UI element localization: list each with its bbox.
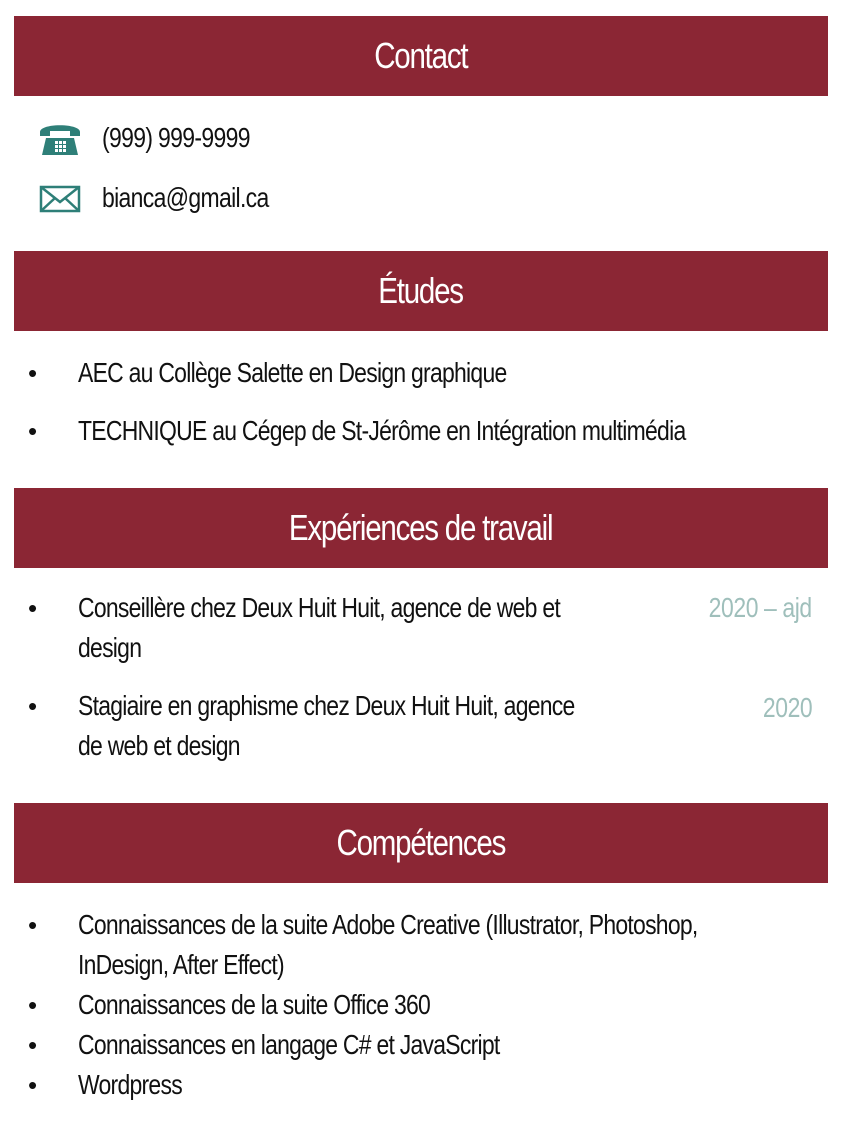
skills-item: • Connaissances de la suite Adobe Creati…	[26, 905, 834, 985]
telephone-icon	[36, 118, 84, 158]
email-row: bianca@gmail.ca	[36, 178, 305, 218]
bullet-icon: •	[28, 358, 38, 388]
studies-title: Études	[378, 270, 465, 311]
skills-title: Compétences	[336, 822, 507, 863]
skills-item-text: Connaissances en langage C# et JavaScrip…	[78, 1029, 500, 1060]
studies-item-text: AEC au Collège Salette en Design graphiq…	[78, 357, 507, 388]
studies-item: • AEC au Collège Salette en Design graph…	[26, 353, 601, 393]
envelope-icon	[36, 178, 84, 218]
experience-item: • Conseillère chez Deux Huit Huit, agenc…	[26, 588, 666, 668]
experience-item-line: de web et design	[78, 730, 241, 761]
studies-item-text: TECHNIQUE au Cégep de St-Jérôme en Intég…	[78, 415, 686, 446]
skills-item: • Connaissances de la suite Office 360	[26, 985, 507, 1025]
experience-header: Expériences de travail	[14, 488, 828, 568]
skills-item: • Wordpress	[26, 1065, 205, 1105]
bullet-icon: •	[28, 1030, 38, 1060]
bullet-icon: •	[28, 416, 38, 446]
phone-row: (999) 999-9999	[36, 118, 282, 158]
phone-number: (999) 999-9999	[102, 122, 250, 153]
experience-item-text: Stagiaire en graphisme chez Deux Huit Hu…	[78, 686, 575, 766]
skills-item-line: InDesign, After Effect)	[78, 949, 285, 980]
experience-item-line: design	[78, 632, 142, 663]
experience-year: 2020	[762, 692, 813, 723]
studies-header: Études	[14, 251, 828, 331]
bullet-icon: •	[28, 910, 38, 940]
skills-item-line: Connaissances de la suite Adobe Creative…	[78, 909, 698, 940]
skills-item-text: Connaissances de la suite Office 360	[78, 989, 431, 1020]
bullet-icon: •	[28, 691, 38, 721]
experience-item-line: Conseillère chez Deux Huit Huit, agence …	[78, 592, 561, 623]
contact-header: Contact	[14, 16, 828, 96]
experience-item: • Stagiaire en graphisme chez Deux Huit …	[26, 686, 684, 766]
skills-item-text: Wordpress	[78, 1069, 183, 1100]
email-address[interactable]: bianca@gmail.ca	[102, 182, 269, 214]
bullet-icon: •	[28, 990, 38, 1020]
skills-item-text: Connaissances de la suite Adobe Creative…	[78, 905, 698, 985]
bullet-icon: •	[28, 1070, 38, 1100]
contact-title: Contact	[374, 35, 468, 76]
bullet-icon: •	[28, 593, 38, 623]
experience-year: 2020 – ajd	[708, 592, 813, 623]
skills-header: Compétences	[14, 803, 828, 883]
experience-title: Expériences de travail	[289, 507, 554, 548]
experience-item-line: Stagiaire en graphisme chez Deux Huit Hu…	[78, 690, 575, 721]
skills-item: • Connaissances en langage C# et JavaScr…	[26, 1025, 592, 1065]
experience-item-text: Conseillère chez Deux Huit Huit, agence …	[78, 588, 561, 668]
studies-item: • TECHNIQUE au Cégep de St-Jérôme en Int…	[26, 411, 819, 451]
